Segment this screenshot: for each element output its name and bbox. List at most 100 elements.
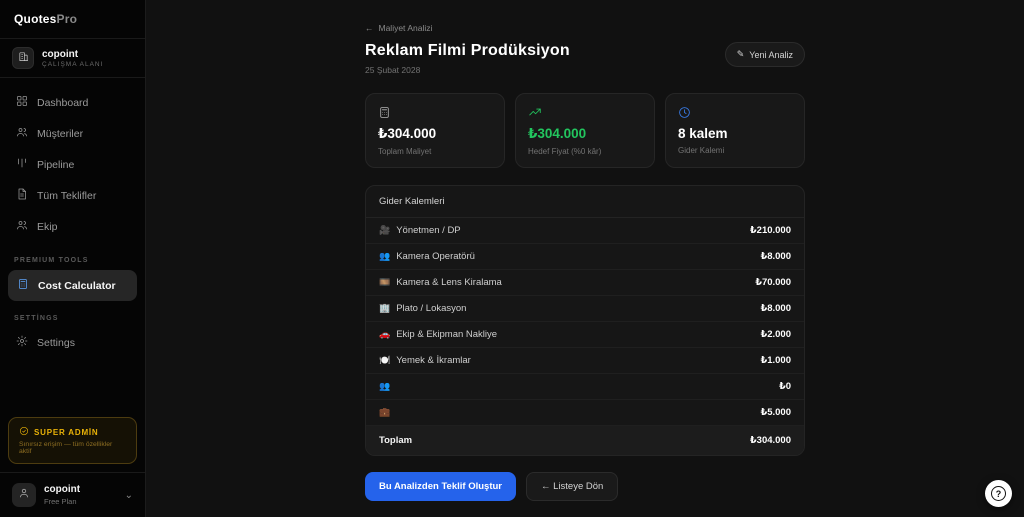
sidebar-nav: Dashboard Müşteriler Pipeline Tüm Teklif… [0,78,145,243]
sidebar-item-pipeline[interactable]: Pipeline [8,150,137,179]
table-row: 🍽️ Yemek & İkramlar ₺1.000 [366,348,804,374]
page-date: 25 Şubat 2028 [365,65,421,75]
avatar [12,483,36,507]
workspace-label: ÇALIŞMA ALANI [42,60,104,68]
app-window: QuotesPro copoint ÇALIŞMA ALANI Dashboar… [0,0,1024,517]
brand-secondary: Pro [56,12,78,26]
table-row: 🎞️ Kamera & Lens Kiralama ₺70.000 [366,270,804,296]
sidebar-item-label: Cost Calculator [38,279,116,292]
stat-value: ₺304.000 [528,126,587,141]
user-plan: Free Plan [44,496,77,506]
pencil-icon: ✎ [736,49,745,59]
document-icon [16,188,28,203]
create-quote-from-analysis-button[interactable]: Bu Analizden Teklif Oluştur [365,472,516,501]
user-name: copoint [44,484,81,496]
calculator-icon [378,105,492,119]
plate-cutlery-icon: 🍽️ [379,355,391,365]
sidebar-item-label: Ekip [37,220,58,233]
settings-section-label: SETTİNGS [14,315,59,322]
office-building-icon: 🏢 [379,303,391,313]
briefcase-icon: 💼 [379,407,391,417]
shield-check-icon [19,426,29,438]
help-button[interactable]: ? [985,480,1012,507]
film-frames-icon: 🎞️ [379,277,391,287]
sidebar-item-label: Pipeline [37,158,75,171]
sidebar-item-label: Settings [37,336,75,349]
sidebar-item-cost-calculator[interactable]: Cost Calculator [8,270,137,301]
main-content: ← Maliyet Analizi Reklam Filmi Prodüksiy… [146,0,1024,517]
stat-label: Gider Kalemi [678,146,725,155]
stat-card-item-count: 8 kalem Gider Kalemi [665,93,805,168]
sidebar-item-settings[interactable]: Settings [8,328,137,357]
row-amount: ₺2.000 [760,329,791,340]
people-icon: 👥 [379,251,391,261]
total-label: Toplam [379,435,413,446]
row-label: Kamera Operatörü [396,251,475,262]
admin-badge-subtitle: Sınırsız erişim — tüm özellikler aktif [19,441,113,455]
row-label: Kamera & Lens Kiralama [396,277,502,288]
table-row: 🏢 Plato / Lokasyon ₺8.000 [366,296,804,322]
table-row: 👥 Kamera Operatörü ₺8.000 [366,244,804,270]
super-admin-badge: SUPER ADMİN Sınırsız erişim — tüm özelli… [8,417,137,464]
stats-row: ₺304.000 Toplam Maliyet ₺304.000 Hedef F… [365,93,805,168]
expense-items-table: Gider Kalemleri 🎥 Yönetmen / DP ₺210.000 … [365,185,805,456]
user-menu[interactable]: copoint Free Plan ⌄ [0,472,145,517]
kanban-icon [16,157,28,172]
clock-icon [678,105,792,119]
new-analysis-label: Yeni Analiz [749,49,793,60]
sidebar-item-label: Tüm Teklifler [37,189,97,202]
grid-icon [16,95,28,110]
stat-card-target-price: ₺304.000 Hedef Fiyat (%0 kâr) [515,93,655,168]
trending-up-icon [528,105,642,119]
sidebar-item-team[interactable]: Ekip [8,212,137,241]
workspace-name: copoint [42,48,79,60]
people-icon: 👥 [379,381,391,391]
stat-value: 8 kalem [678,126,728,141]
sidebar-item-label: Dashboard [37,96,89,109]
chevron-down-icon: ⌄ [124,489,133,501]
building-icon [18,49,29,67]
stat-label: Toplam Maliyet [378,147,432,156]
users-icon [16,219,28,234]
row-label: Ekip & Ekipman Nakliye [396,329,498,340]
back-to-list-button[interactable]: ← Listeye Dön [525,472,619,501]
workspace-avatar [12,47,34,69]
sidebar-item-quotes[interactable]: Tüm Teklifler [8,181,137,210]
movie-camera-icon: 🎥 [379,225,391,235]
row-amount: ₺1.000 [760,355,791,366]
table-title: Gider Kalemleri [366,186,804,218]
row-amount: ₺8.000 [760,251,791,262]
table-row: 🎥 Yönetmen / DP ₺210.000 [366,218,804,244]
stat-label: Hedef Fiyat (%0 kâr) [528,147,602,156]
row-amount: ₺0 [779,381,791,392]
stat-value: ₺304.000 [378,126,437,141]
admin-badge-title: SUPER ADMİN [34,427,99,437]
premium-tools-section-label: PREMIUM TOOLS [14,257,89,264]
table-row: 💼 ₺5.000 [366,400,804,426]
back-arrow-icon: ← [365,23,374,33]
table-row: 👥 ₺0 [366,374,804,400]
new-analysis-button[interactable]: ✎ Yeni Analiz [724,42,805,67]
sidebar-item-customers[interactable]: Müşteriler [8,119,137,148]
gear-icon [16,335,28,350]
table-row: 🚗 Ekip & Ekipman Nakliye ₺2.000 [366,322,804,348]
question-mark-icon: ? [991,486,1006,501]
stat-card-total-cost: ₺304.000 Toplam Maliyet [365,93,505,168]
row-amount: ₺210.000 [750,225,791,236]
row-amount: ₺70.000 [755,277,791,288]
person-icon [18,486,30,504]
sidebar: QuotesPro copoint ÇALIŞMA ALANI Dashboar… [0,0,146,517]
workspace-selector[interactable]: copoint ÇALIŞMA ALANI [0,39,145,78]
sidebar-item-dashboard[interactable]: Dashboard [8,88,137,117]
brand-primary: Quotes [14,12,57,26]
calculator-icon [17,278,29,293]
breadcrumb-back-link[interactable]: ← Maliyet Analizi [365,23,805,33]
row-label: Yemek & İkramlar [396,355,471,366]
table-total-row: Toplam ₺304.000 [366,426,804,455]
breadcrumb-label: Maliyet Analizi [378,23,433,33]
row-label: Plato / Lokasyon [396,303,467,314]
users-icon [16,126,28,141]
sidebar-item-label: Müşteriler [37,127,84,140]
row-label: Yönetmen / DP [396,225,461,236]
